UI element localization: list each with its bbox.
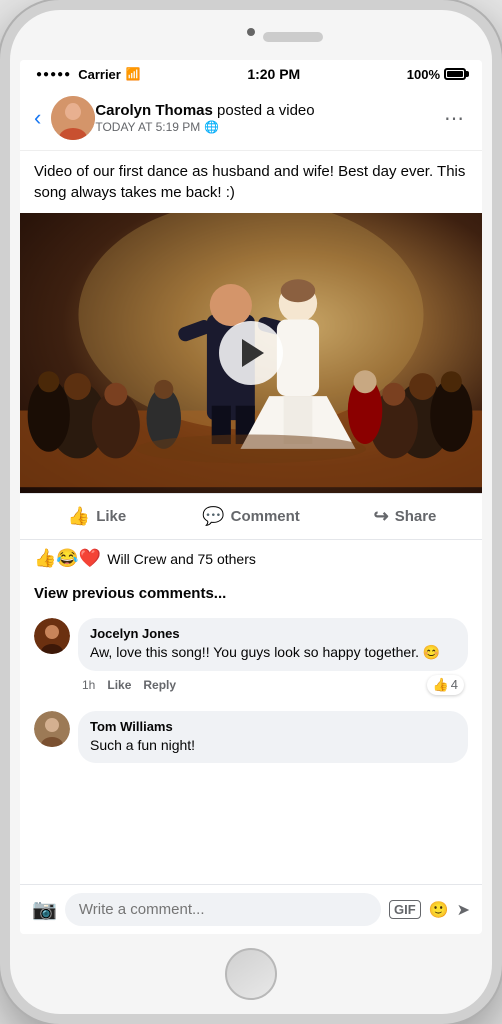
comment-input[interactable] [65,893,381,926]
comment-like-emoji: 👍 [433,677,449,693]
share-button[interactable]: ↪ Share [328,498,482,535]
view-previous-comments[interactable]: View previous comments... [20,577,482,610]
avatar-tom [34,711,70,747]
play-button[interactable] [219,321,283,385]
wifi-icon: 📶 [126,67,141,81]
comment-label: Comment [231,508,300,525]
like-button[interactable]: 👍 Like [20,498,174,535]
like-icon: 👍 [68,506,90,527]
status-signal: ●●●●● Carrier 📶 [36,67,141,82]
input-extras: GIF 🙂 ➤ [389,900,470,920]
status-bar: ●●●●● Carrier 📶 1:20 PM 100% [20,60,482,86]
action-bar: 👍 Like 💬 Comment ↪ Share [20,493,482,540]
comment-jocelyn-like[interactable]: Like [107,678,131,692]
comment-jocelyn-content: Jocelyn Jones Aw, love this song!! You g… [78,618,468,695]
reactions-row: 👍😂❤️ Will Crew and 75 others [20,540,482,577]
comment-jocelyn-text: Aw, love this song!! You guys look so ha… [90,643,456,663]
comment-tom-text: Such a fun night! [90,736,456,756]
comment-tom-name: Tom Williams [90,719,456,734]
comment-jocelyn-reply[interactable]: Reply [143,678,176,692]
battery-pct-label: 100% [407,67,440,82]
post-text: Video of our first dance as husband and … [20,151,482,213]
video-thumbnail[interactable] [20,213,482,493]
poster-name: Carolyn Thomas posted a video [95,102,440,119]
phone-speaker [263,32,323,42]
avatar-jocelyn [34,618,70,654]
play-icon [242,339,264,367]
back-button[interactable]: ‹ [34,105,41,131]
signal-dots: ●●●●● [36,69,71,80]
post-meta: TODAY AT 5:19 PM 🌐 [95,120,440,134]
status-battery: 100% [407,67,466,82]
post-header: ‹ Carolyn Thomas posted a video TODAY AT… [20,86,482,151]
globe-icon: 🌐 [204,120,219,134]
comment-jocelyn-time: 1h [82,678,95,692]
poster-info: Carolyn Thomas posted a video TODAY AT 5… [95,102,440,134]
status-time: 1:20 PM [247,66,300,82]
avatar [51,96,95,140]
comment-icon: 💬 [202,506,224,527]
gif-button[interactable]: GIF [389,900,421,919]
more-options-button[interactable]: ⋯ [440,102,468,135]
like-reaction-emoji: 👍😂❤️ [34,548,101,569]
comment-jocelyn-reaction: 👍 4 [427,675,464,695]
comment-tom-content: Tom Williams Such a fun night! [78,711,468,764]
comment-button[interactable]: 💬 Comment [174,498,328,535]
emoji-button[interactable]: 🙂 [429,900,449,920]
poster-action: posted a video [213,102,315,119]
scroll-content[interactable]: ‹ Carolyn Thomas posted a video TODAY AT… [20,86,482,934]
home-button[interactable] [225,948,277,1000]
share-label: Share [395,508,437,525]
comment-jocelyn-name: Jocelyn Jones [90,626,456,641]
phone-frame: ●●●●● Carrier 📶 1:20 PM 100% ‹ [0,0,502,1024]
share-icon: ↪ [374,506,389,527]
send-button[interactable]: ➤ [457,900,470,920]
battery-icon [444,68,466,80]
carrier-label: Carrier [78,67,121,82]
comment-input-bar: 📷 GIF 🙂 ➤ [20,884,482,934]
like-label: Like [96,508,126,525]
comment-jocelyn-actions: 1h Like Reply 👍 4 [78,675,468,695]
reactions-label: Will Crew and 75 others [107,551,256,567]
comment-reaction-count: 4 [451,677,458,692]
camera-icon[interactable]: 📷 [32,897,57,922]
comment-tom-bubble: Tom Williams Such a fun night! [78,711,468,764]
phone-screen: ●●●●● Carrier 📶 1:20 PM 100% ‹ [20,60,482,934]
comment-tom: Tom Williams Such a fun night! [20,703,482,772]
comment-jocelyn: Jocelyn Jones Aw, love this song!! You g… [20,610,482,703]
battery-fill [447,71,463,77]
comment-jocelyn-bubble: Jocelyn Jones Aw, love this song!! You g… [78,618,468,671]
